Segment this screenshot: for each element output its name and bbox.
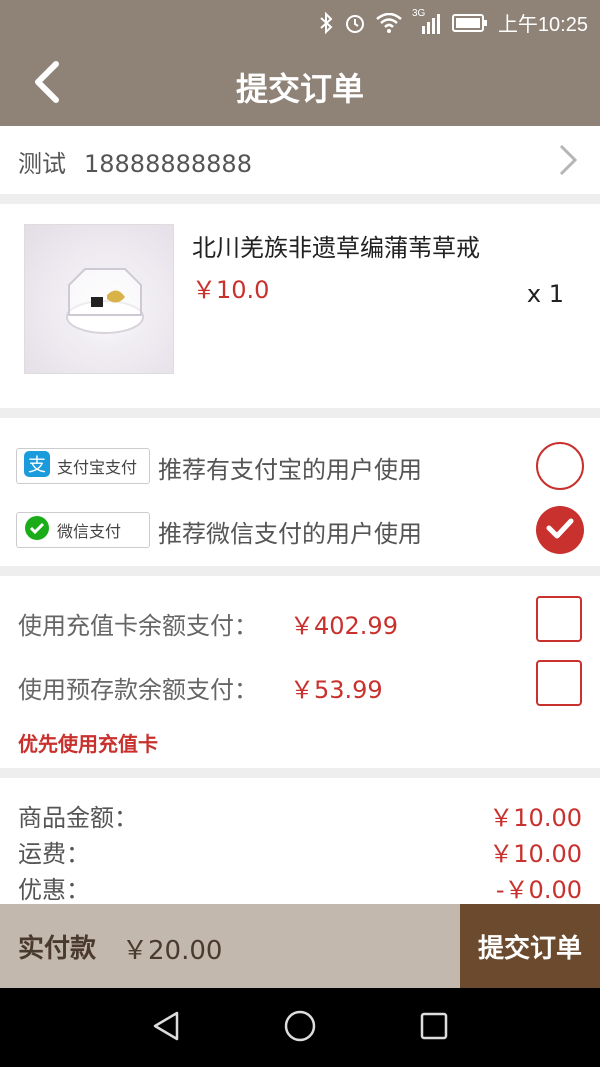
payment-option-alipay[interactable]: 支 支付宝支付 推荐有支付宝的用户使用 — [0, 438, 600, 502]
paid-amount: ￥20.00 — [122, 936, 223, 966]
page-title: 提交订单 — [235, 70, 364, 108]
product-quantity: x 1 — [526, 280, 564, 308]
svg-text:支: 支 — [28, 455, 46, 476]
order-summary: 商品金额： ￥10.00 运费： ￥10.00 优惠： -￥0.00 — [0, 778, 600, 904]
summary-row-discount: 优惠： -￥0.00 — [0, 870, 600, 906]
contact-info: 测试 18888888888 — [18, 144, 252, 179]
payment-option-wechat[interactable]: 微信支付 推荐微信支付的用户使用 — [0, 502, 600, 566]
balance-options: 使用充值卡余额支付： ￥402.99 使用预存款余额支付： ￥53.99 优先使… — [0, 576, 600, 768]
paid-label: 实付款 — [18, 934, 97, 964]
nav-back-button[interactable] — [146, 1008, 186, 1048]
check-icon — [546, 517, 574, 543]
clock: 上午10:25 — [497, 14, 588, 36]
nav-home-button[interactable] — [280, 1008, 320, 1048]
alipay-label: 支付宝支付 — [57, 458, 138, 477]
contact-name: 测试 — [18, 150, 66, 178]
nav-back-icon — [151, 1010, 181, 1046]
shipping-value: ￥10.00 — [489, 840, 582, 868]
goods-amount-value: ￥10.00 — [489, 804, 582, 832]
chevron-right-icon — [558, 144, 578, 180]
shipping-label: 运费： — [18, 840, 90, 868]
summary-row-goods: 商品金额： ￥10.00 — [0, 798, 600, 834]
checkout-bar: 实付款 ￥20.00 提交订单 — [0, 904, 600, 988]
recharge-card-row[interactable]: 使用充值卡余额支付： ￥402.99 — [0, 596, 600, 646]
status-bar: 3G 上午10:25 — [0, 0, 600, 44]
discount-label: 优惠： — [18, 876, 90, 904]
recharge-card-checkbox[interactable] — [536, 596, 582, 642]
contact-row[interactable]: 测试 18888888888 — [0, 126, 600, 194]
network-type: 3G — [411, 7, 426, 19]
product-name: 北川羌族非遗草编蒲苇草戒 — [192, 234, 480, 262]
nav-recent-icon — [419, 1011, 449, 1045]
battery-icon — [451, 13, 488, 32]
recharge-card-amount: ￥402.99 — [290, 612, 398, 640]
balance-note: 优先使用充值卡 — [18, 732, 158, 756]
submit-order-button[interactable]: 提交订单 — [460, 904, 600, 988]
wechat-badge: 微信支付 — [16, 512, 150, 548]
goods-amount-label: 商品金额： — [18, 804, 138, 832]
product-item: 北川羌族非遗草编蒲苇草戒 ￥10.0 x 1 — [0, 204, 600, 408]
alarm-icon — [344, 12, 366, 34]
status-icons: 3G 上午10:25 — [318, 8, 588, 37]
wechat-radio-selected[interactable] — [536, 506, 584, 554]
deposit-checkbox[interactable] — [536, 660, 582, 706]
product-image — [24, 224, 174, 374]
deposit-amount: ￥53.99 — [290, 676, 383, 704]
payment-methods: 支 支付宝支付 推荐有支付宝的用户使用 微信支付 推荐微信支付的用户使用 — [0, 418, 600, 566]
wechat-description: 推荐微信支付的用户使用 — [158, 520, 422, 548]
alipay-description: 推荐有支付宝的用户使用 — [158, 456, 422, 484]
nav-recent-button[interactable] — [414, 1008, 454, 1048]
wifi-icon — [376, 12, 402, 33]
signal-icon: 3G — [412, 8, 442, 34]
bluetooth-icon — [318, 11, 334, 35]
wechat-label: 微信支付 — [57, 522, 122, 541]
system-nav-bar — [0, 988, 600, 1067]
alipay-badge: 支 支付宝支付 — [16, 448, 150, 484]
deposit-row[interactable]: 使用预存款余额支付： ￥53.99 — [0, 660, 600, 710]
alipay-radio[interactable] — [536, 442, 584, 490]
deposit-label: 使用预存款余额支付： — [18, 676, 258, 704]
contact-phone: 18888888888 — [84, 150, 252, 178]
summary-row-shipping: 运费： ￥10.00 — [0, 834, 600, 870]
wechat-pay-icon — [23, 514, 51, 546]
discount-value: -￥0.00 — [495, 876, 582, 904]
recharge-card-label: 使用充值卡余额支付： — [18, 612, 258, 640]
nav-home-icon — [283, 1009, 317, 1047]
product-price: ￥10.0 — [192, 276, 270, 304]
alipay-icon: 支 — [23, 450, 51, 482]
app-header: 提交订单 — [0, 44, 600, 126]
